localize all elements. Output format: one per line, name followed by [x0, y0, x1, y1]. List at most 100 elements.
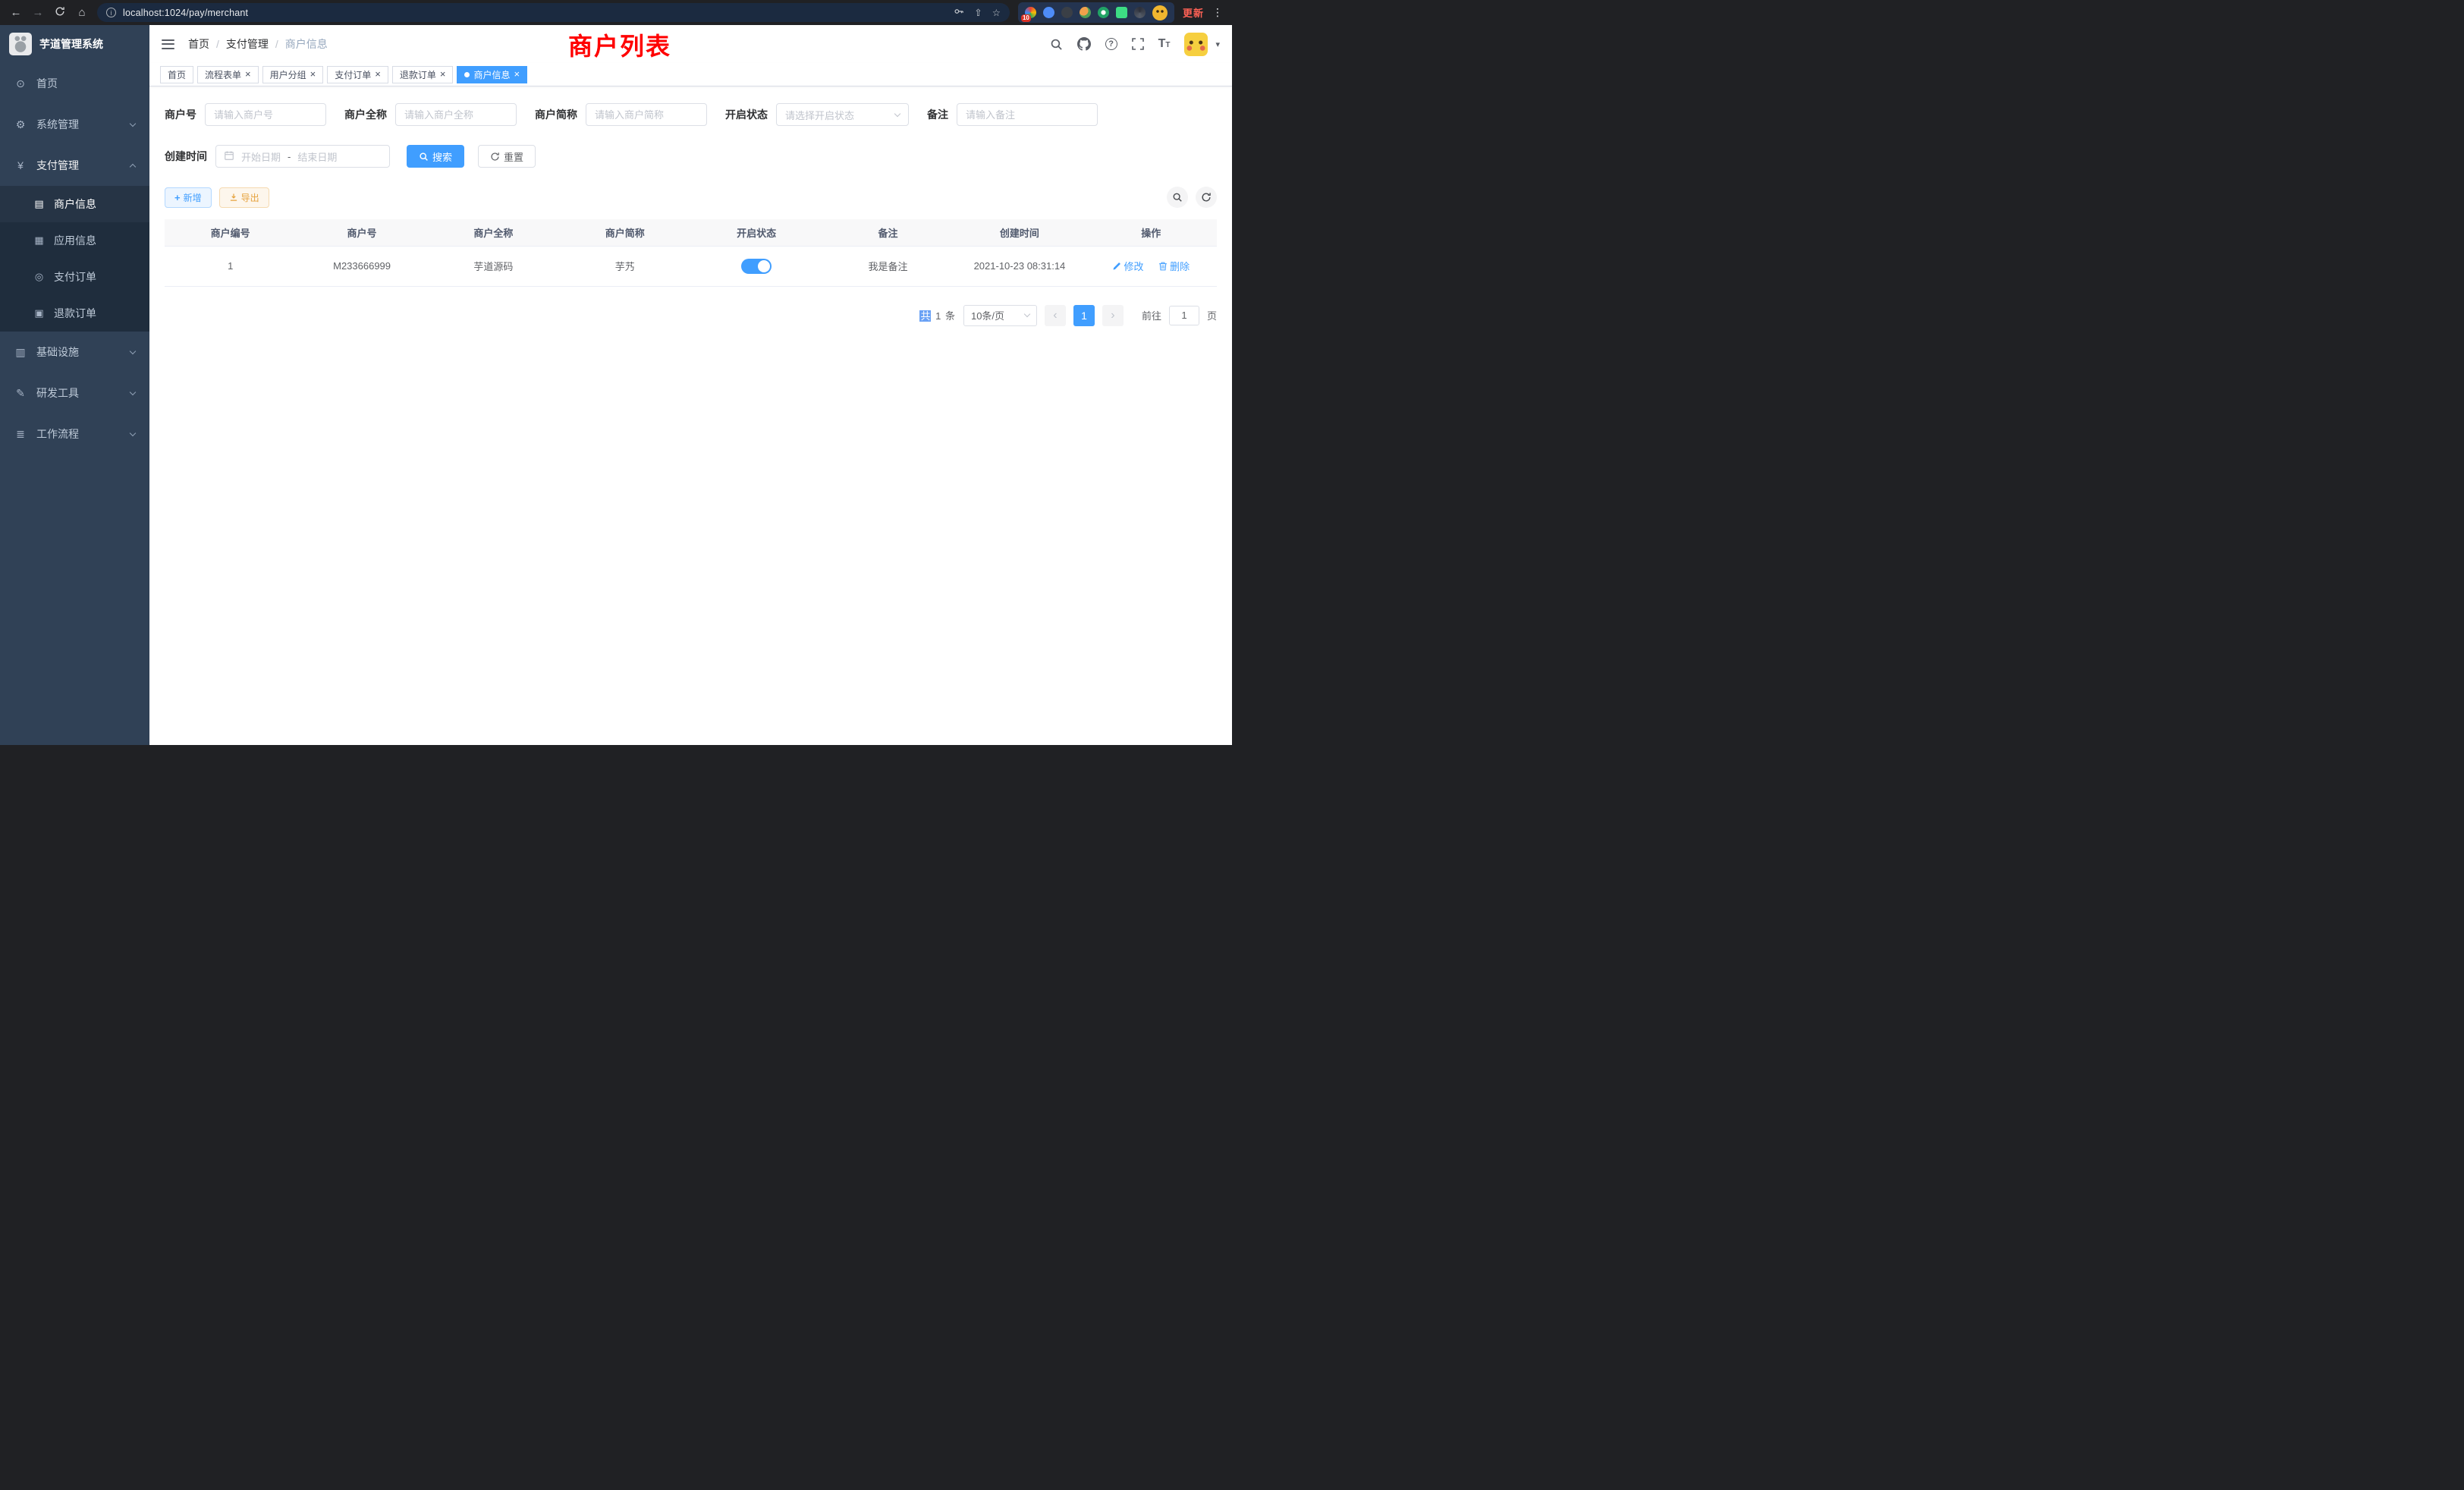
- extension-icon[interactable]: [1061, 7, 1073, 18]
- tab-label: 首页: [168, 68, 186, 81]
- col-full-name: 商户全称: [428, 219, 559, 246]
- prev-page-button[interactable]: [1045, 305, 1066, 326]
- sidebar-item-app-info[interactable]: ▦ 应用信息: [0, 222, 149, 259]
- reload-icon[interactable]: [53, 6, 67, 20]
- back-icon[interactable]: ←: [9, 6, 23, 19]
- merchant-short-input[interactable]: [586, 103, 707, 126]
- cell-merchant-no: M233666999: [296, 246, 427, 286]
- home-icon[interactable]: ⌂: [75, 6, 89, 19]
- add-button[interactable]: 新增: [165, 187, 212, 208]
- close-icon[interactable]: [310, 69, 316, 79]
- tab-refund-orders[interactable]: 退款订单: [392, 66, 454, 83]
- tab-pay-orders[interactable]: 支付订单: [327, 66, 388, 83]
- goto-page-input[interactable]: [1169, 306, 1199, 325]
- font-size-icon[interactable]: [1158, 38, 1171, 50]
- site-info-icon[interactable]: [106, 8, 116, 17]
- total-prefix: 共: [919, 310, 931, 322]
- delete-link[interactable]: 删除: [1158, 259, 1190, 273]
- remark-input[interactable]: [957, 103, 1098, 126]
- page-size-select[interactable]: 10条/页: [963, 305, 1037, 326]
- user-avatar[interactable]: [1184, 33, 1208, 56]
- sidebar-item-system[interactable]: ⚙ 系统管理: [0, 104, 149, 145]
- breadcrumb-payment[interactable]: 支付管理: [226, 36, 269, 52]
- url-bar[interactable]: localhost:1024/pay/merchant ⇧ ☆: [97, 3, 1010, 22]
- export-button[interactable]: 导出: [219, 187, 269, 208]
- tab-label: 支付订单: [335, 68, 371, 81]
- sidebar-item-label: 支付订单: [54, 269, 96, 284]
- breadcrumb-separator: /: [216, 38, 219, 50]
- browser-profile-avatar[interactable]: [1152, 5, 1168, 20]
- extension-icon[interactable]: [1080, 7, 1091, 18]
- close-icon[interactable]: [375, 69, 381, 79]
- date-range-picker[interactable]: 开始日期 - 结束日期: [215, 145, 390, 168]
- breadcrumb: 首页 / 支付管理 / 商户信息: [188, 36, 328, 52]
- goto-suffix: 页: [1207, 308, 1217, 322]
- next-page-button[interactable]: [1102, 305, 1124, 326]
- share-icon[interactable]: ⇧: [974, 7, 982, 18]
- sidebar-toggle-icon[interactable]: [162, 39, 174, 49]
- forward-icon[interactable]: →: [31, 6, 45, 19]
- close-icon[interactable]: [440, 69, 446, 79]
- extension-icon[interactable]: [1134, 7, 1146, 18]
- tab-user-group[interactable]: 用户分组: [262, 66, 324, 83]
- page-1-button[interactable]: 1: [1073, 305, 1095, 326]
- sidebar-item-merchant-info[interactable]: ▤ 商户信息: [0, 186, 149, 222]
- extension-icon[interactable]: [1043, 7, 1054, 18]
- extension-icon[interactable]: [1098, 7, 1109, 18]
- search-icon[interactable]: [1050, 38, 1063, 51]
- trash-icon: [1158, 262, 1168, 271]
- tab-label: 流程表单: [205, 68, 241, 81]
- caret-down-icon[interactable]: ▾: [1215, 39, 1220, 49]
- sidebar-item-payment[interactable]: ¥ 支付管理: [0, 145, 149, 186]
- toggle-search-button[interactable]: [1167, 187, 1188, 208]
- extension-icon[interactable]: [1116, 7, 1127, 18]
- sidebar-item-label: 基础设施: [36, 344, 79, 360]
- tab-home[interactable]: 首页: [160, 66, 193, 83]
- status-toggle[interactable]: [741, 259, 772, 274]
- sidebar-item-dev-tools[interactable]: ✎ 研发工具: [0, 372, 149, 413]
- search-button[interactable]: 搜索: [407, 145, 464, 168]
- password-key-icon[interactable]: [954, 6, 964, 19]
- fullscreen-icon[interactable]: [1132, 38, 1144, 50]
- browser-update-button[interactable]: 更新: [1183, 5, 1204, 20]
- refresh-button[interactable]: [1196, 187, 1217, 208]
- chevron-down-icon: [130, 388, 136, 395]
- cell-create-time: 2021-10-23 08:31:14: [954, 246, 1085, 286]
- github-icon[interactable]: [1077, 37, 1091, 51]
- end-date-placeholder: 结束日期: [297, 149, 337, 164]
- sidebar-item-infrastructure[interactable]: ▥ 基础设施: [0, 332, 149, 372]
- close-icon[interactable]: [514, 69, 520, 79]
- table-row: 1 M233666999 芋道源码 芋艿 我是备注 2021-10-23 08:…: [165, 246, 1217, 286]
- edit-link-label: 修改: [1124, 259, 1143, 273]
- close-icon[interactable]: [245, 69, 251, 79]
- merchant-no-input[interactable]: [205, 103, 326, 126]
- table-header-row: 商户编号 商户号 商户全称 商户简称 开启状态 备注 创建时间 操作: [165, 219, 1217, 246]
- sidebar-item-refund-orders[interactable]: ▣ 退款订单: [0, 295, 149, 332]
- breadcrumb-home[interactable]: 首页: [188, 36, 209, 52]
- merchant-name-input[interactable]: [395, 103, 517, 126]
- status-select[interactable]: 请选择开启状态: [776, 103, 909, 126]
- sidebar-item-pay-orders[interactable]: ◎ 支付订单: [0, 259, 149, 295]
- help-icon[interactable]: [1105, 38, 1117, 50]
- cell-merchant-id: 1: [165, 246, 296, 286]
- sidebar-item-workflow[interactable]: ≣ 工作流程: [0, 413, 149, 454]
- tab-process-form[interactable]: 流程表单: [197, 66, 259, 83]
- cell-full-name: 芋道源码: [428, 246, 559, 286]
- browser-menu-icon[interactable]: ⋮: [1212, 6, 1223, 19]
- app-logo[interactable]: 芋道管理系统: [0, 25, 149, 63]
- payment-submenu: ▤ 商户信息 ▦ 应用信息 ◎ 支付订单 ▣ 退款订单: [0, 186, 149, 332]
- reset-button-label: 重置: [504, 149, 523, 164]
- range-separator: -: [288, 151, 291, 162]
- bookmark-star-icon[interactable]: ☆: [992, 7, 1001, 18]
- chevron-up-icon: [130, 164, 136, 170]
- extension-icon[interactable]: 10: [1025, 7, 1036, 18]
- reset-button[interactable]: 重置: [478, 145, 536, 168]
- url-text[interactable]: localhost:1024/pay/merchant: [123, 8, 947, 18]
- edit-link[interactable]: 修改: [1112, 259, 1143, 273]
- pencil-icon: ✎: [14, 387, 27, 400]
- tab-merchant-info[interactable]: 商户信息: [457, 66, 527, 83]
- sidebar-item-label: 系统管理: [36, 117, 79, 132]
- sidebar-item-home[interactable]: ⊙ 首页: [0, 63, 149, 104]
- merchant-table: 商户编号 商户号 商户全称 商户简称 开启状态 备注 创建时间 操作 1: [165, 219, 1217, 287]
- merchant-name-label: 商户全称: [344, 107, 387, 122]
